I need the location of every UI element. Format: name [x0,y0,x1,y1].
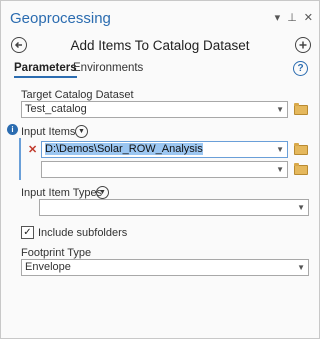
input-items-field-1[interactable]: D:\Demos\Solar_ROW_Analysis ▼ [41,141,288,158]
chevron-down-icon[interactable]: ▼ [75,125,88,138]
pin-icon[interactable]: ⊥ [287,11,297,24]
input-item-types-label: Input Item Types [21,187,103,199]
close-icon[interactable]: ✕ [304,11,313,24]
pane-title: Geoprocessing [10,10,111,27]
target-dataset-value: Test_catalog [25,103,87,115]
plus-icon [299,41,307,49]
chevron-down-icon[interactable]: ▼ [297,200,305,215]
add-button[interactable] [295,37,311,53]
chevron-down-icon[interactable]: ▼ [96,186,109,199]
chevron-down-icon[interactable]: ▼ [297,260,305,275]
help-icon[interactable]: ? [293,61,308,76]
input-items-label: Input Items [21,126,76,138]
include-subfolders-label: Include subfolders [38,227,128,239]
include-subfolders-checkbox[interactable]: ✓ [21,226,34,239]
remove-icon[interactable]: ✕ [28,143,37,156]
footprint-type-label: Footprint Type [21,247,92,259]
target-dataset-label: Target Catalog Dataset [21,89,134,101]
folder-icon[interactable] [294,163,308,175]
tab-environments[interactable]: Environments [73,62,143,74]
pane-titlebar: Geoprocessing ▾ ⊥ ✕ [1,1,319,33]
footprint-type-select[interactable]: Envelope ▼ [21,259,309,276]
chevron-down-icon[interactable]: ▼ [276,162,284,177]
tab-parameters[interactable]: Parameters [14,62,77,78]
footprint-type-value: Envelope [25,261,71,273]
info-icon: i [7,124,18,135]
geoprocessing-pane: Geoprocessing ▾ ⊥ ✕ Add Items To Catalog… [0,0,320,339]
chevron-down-icon[interactable]: ▾ [275,11,281,24]
titlebar-controls: ▾ ⊥ ✕ [275,11,313,24]
tool-title: Add Items To Catalog Dataset [70,38,250,53]
folder-icon[interactable] [294,103,308,115]
input-items-field-2[interactable]: ▼ [41,161,288,178]
target-dataset-select[interactable]: Test_catalog ▼ [21,101,288,118]
chevron-down-icon[interactable]: ▼ [276,102,284,117]
folder-icon[interactable] [294,143,308,155]
tool-header: Add Items To Catalog Dataset [1,33,319,57]
input-items-value-1: D:\Demos\Solar_ROW_Analysis [45,143,203,155]
input-item-types-select[interactable]: ▼ [39,199,309,216]
chevron-down-icon[interactable]: ▼ [276,142,284,157]
required-indicator [19,138,21,180]
